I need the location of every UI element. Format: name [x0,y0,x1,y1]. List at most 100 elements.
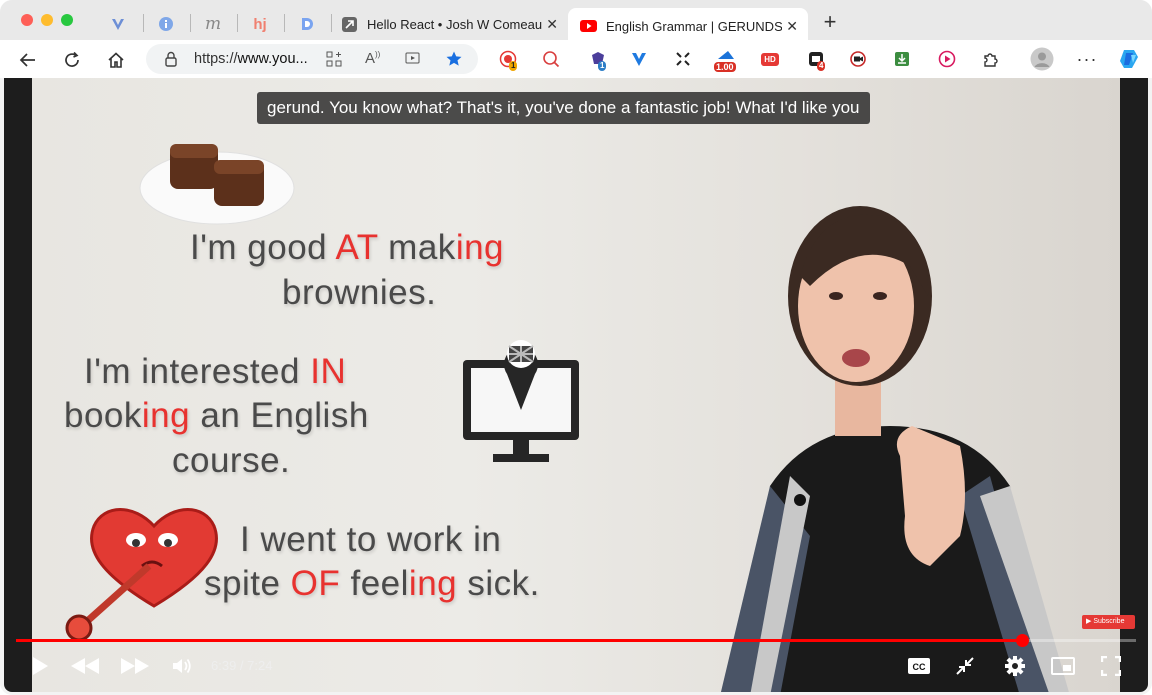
zoom-window-button[interactable] [61,14,73,26]
subscribe-watermark[interactable]: ▶ Subscribe [1082,615,1135,629]
video-text-line: I'm good AT making [190,228,505,267]
copilot-icon [1120,50,1138,68]
url-text: https://www.you... [194,51,308,67]
chart-search-icon [543,51,560,68]
immersive-reader-icon[interactable] [405,51,421,67]
lock-icon[interactable] [164,51,178,67]
fullscreen-icon [1101,656,1121,676]
captions-button[interactable]: CC [906,654,932,678]
video-text-line: I went to work in [240,520,502,559]
d-icon [302,18,313,30]
avatar-icon [1030,47,1054,71]
video-text-line: I'm interested IN [84,352,347,391]
fullscreen-button[interactable] [1100,654,1122,678]
video-text-line: booking an English [64,396,369,435]
reload-icon [65,51,79,67]
cc-icon: CC [908,658,930,674]
speed-badge: 1.00 [714,62,736,72]
read-aloud-icon[interactable]: A)) [365,50,380,67]
more-menu-button[interactable]: ··· [1077,49,1097,69]
extension-arrows[interactable] [673,49,693,69]
extensions-menu-button[interactable] [981,49,1001,69]
volume-button[interactable] [170,654,194,678]
app-grid-icon[interactable] [326,51,342,67]
extension-camera[interactable] [848,49,868,69]
extension-badge: 1 [598,61,607,71]
more-dots-icon: ··· [1076,48,1098,69]
extension-speed[interactable]: 1.00 [714,49,736,72]
tab-strip: m hj Hello React • Josh W Comeau ✕ Engli… [0,0,1152,44]
extension-record[interactable]: 1 [498,49,518,71]
youtube-icon [580,20,597,32]
pinned-tab-hj[interactable]: hj [240,10,280,38]
tab-english-grammar[interactable]: English Grammar | GERUNDS in ✕ [568,8,808,44]
play-circle-icon [938,50,956,68]
rewind-button[interactable] [68,654,102,678]
extension-v-check[interactable] [629,49,649,69]
picture-in-picture-button[interactable] [1050,654,1076,678]
reload-button[interactable] [61,49,83,71]
pinned-tab-m[interactable]: m [193,10,233,38]
hj-icon: hj [253,15,267,33]
play-button[interactable] [28,654,52,678]
minimize-window-button[interactable] [41,14,53,26]
settings-button[interactable] [1003,654,1027,678]
miniplayer-button[interactable] [953,654,977,678]
v-check-icon [632,53,646,66]
new-tab-button[interactable]: + [818,10,842,34]
address-bar[interactable]: https://www.you... A)) [146,44,478,74]
m-icon: m [204,14,222,34]
download-icon [895,52,909,66]
video-text-line: spite OF feeling sick. [204,564,540,603]
play-icon [33,657,48,675]
time-display: 6:39 / 7:24 [211,658,273,673]
plus-icon: + [823,9,837,34]
tab-title: Hello React • Josh W Comeau [367,16,543,32]
extension-play-circle[interactable] [937,49,957,69]
extension-ubo[interactable]: 4 [806,49,826,71]
closed-caption: gerund. You know what? That's it, you've… [257,92,870,124]
v-icon [112,19,124,30]
close-window-button[interactable] [21,14,33,26]
arrows-icon [676,52,690,66]
browser-window: m hj Hello React • Josh W Comeau ✕ Engli… [0,0,1152,695]
tab-hello-react[interactable]: Hello React • Josh W Comeau ✕ [336,8,568,40]
presenter-figure [720,206,1069,692]
extension-puzzle-badge[interactable]: 1 [588,49,608,71]
extension-badge: 4 [817,61,826,71]
video-player[interactable]: I'm good AT making brownies. I'm interes… [4,78,1148,692]
copilot-button[interactable] [1118,47,1142,71]
url-scheme: https:// [194,51,238,67]
monitor-map-pin-illustration [463,340,579,462]
back-button[interactable] [17,49,39,71]
collapse-arrows-icon [956,657,974,675]
pinned-tab-d[interactable] [287,10,327,38]
hd-icon: HD [761,52,779,66]
pinned-tab-v[interactable] [98,10,138,38]
browser-toolbar: https://www.you... A)) 1 1 1.00 HD 4 ··· [0,40,1152,78]
favorite-star-icon[interactable] [445,50,463,68]
fast-forward-icon [121,658,149,674]
info-icon [159,17,173,31]
home-button[interactable] [105,49,127,71]
fast-forward-button[interactable] [118,654,152,678]
pinned-tab-info[interactable] [146,10,186,38]
rewind-icon [71,658,99,674]
video-frame[interactable]: I'm good AT making brownies. I'm interes… [32,78,1120,692]
progress-played[interactable] [16,639,1022,642]
brownies-illustration [139,144,295,225]
svg-text:CC: CC [913,662,926,672]
close-tab-icon[interactable]: ✕ [546,16,558,33]
video-text-line: course. [172,441,291,480]
arrow-box-icon [342,16,357,32]
profile-button[interactable] [1030,47,1054,71]
home-icon [108,52,124,68]
close-tab-icon[interactable]: ✕ [786,18,798,35]
speed-icon [718,51,734,59]
gear-icon [1005,656,1025,676]
extension-download[interactable] [892,49,912,69]
extension-chart-search[interactable] [541,49,561,69]
progress-scrubber[interactable] [1016,634,1029,647]
pip-icon [1051,657,1075,675]
extension-hd[interactable]: HD [760,49,780,69]
